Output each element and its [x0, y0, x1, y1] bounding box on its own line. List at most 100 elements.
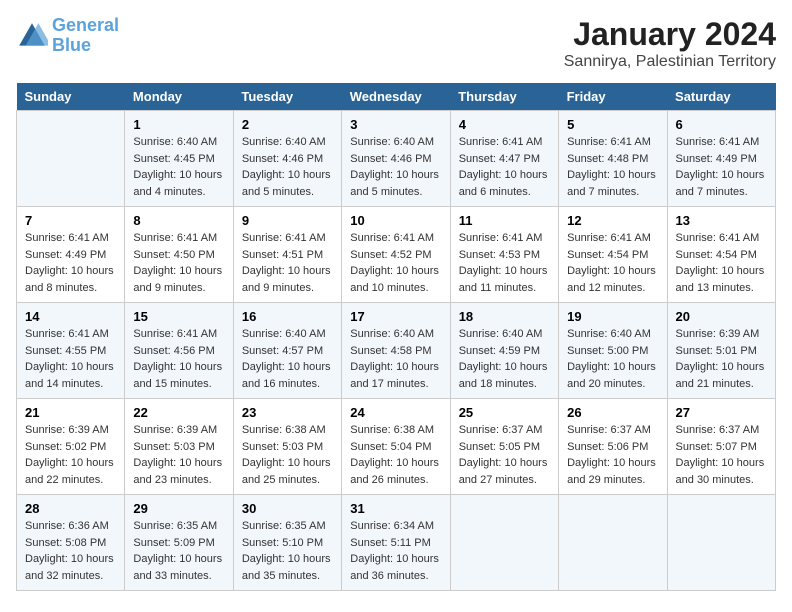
day-number: 24: [350, 405, 441, 420]
day-cell: 14 Sunrise: 6:41 AM Sunset: 4:55 PM Dayli…: [17, 303, 125, 399]
day-number: 1: [133, 117, 224, 132]
day-number: 6: [676, 117, 767, 132]
day-info: Sunrise: 6:37 AM Sunset: 5:07 PM Dayligh…: [676, 422, 767, 488]
header-thursday: Thursday: [450, 83, 558, 111]
day-number: 12: [567, 213, 658, 228]
day-cell: 9 Sunrise: 6:41 AM Sunset: 4:51 PM Daylig…: [233, 207, 341, 303]
day-cell: 7 Sunrise: 6:41 AM Sunset: 4:49 PM Daylig…: [17, 207, 125, 303]
day-cell: 19 Sunrise: 6:40 AM Sunset: 5:00 PM Dayli…: [559, 303, 667, 399]
day-info: Sunrise: 6:40 AM Sunset: 4:46 PM Dayligh…: [350, 134, 441, 200]
day-info: Sunrise: 6:40 AM Sunset: 4:59 PM Dayligh…: [459, 326, 550, 392]
day-number: 27: [676, 405, 767, 420]
calendar-subtitle: Sannirya, Palestinian Territory: [564, 53, 776, 71]
calendar-table: SundayMondayTuesdayWednesdayThursdayFrid…: [16, 83, 776, 591]
day-info: Sunrise: 6:36 AM Sunset: 5:08 PM Dayligh…: [25, 518, 116, 584]
day-cell: 3 Sunrise: 6:40 AM Sunset: 4:46 PM Daylig…: [342, 111, 450, 207]
day-cell: 28 Sunrise: 6:36 AM Sunset: 5:08 PM Dayli…: [17, 495, 125, 591]
day-number: 20: [676, 309, 767, 324]
day-info: Sunrise: 6:39 AM Sunset: 5:02 PM Dayligh…: [25, 422, 116, 488]
week-row-5: 28 Sunrise: 6:36 AM Sunset: 5:08 PM Dayli…: [17, 495, 776, 591]
day-cell: 17 Sunrise: 6:40 AM Sunset: 4:58 PM Dayli…: [342, 303, 450, 399]
day-info: Sunrise: 6:34 AM Sunset: 5:11 PM Dayligh…: [350, 518, 441, 584]
logo-general: General: [52, 15, 119, 35]
day-number: 31: [350, 501, 441, 516]
week-row-4: 21 Sunrise: 6:39 AM Sunset: 5:02 PM Dayli…: [17, 399, 776, 495]
day-number: 17: [350, 309, 441, 324]
day-cell: [450, 495, 558, 591]
day-number: 2: [242, 117, 333, 132]
day-number: 19: [567, 309, 658, 324]
day-number: 9: [242, 213, 333, 228]
day-cell: 15 Sunrise: 6:41 AM Sunset: 4:56 PM Dayli…: [125, 303, 233, 399]
day-info: Sunrise: 6:40 AM Sunset: 4:45 PM Dayligh…: [133, 134, 224, 200]
day-info: Sunrise: 6:41 AM Sunset: 4:49 PM Dayligh…: [676, 134, 767, 200]
day-number: 18: [459, 309, 550, 324]
day-info: Sunrise: 6:39 AM Sunset: 5:03 PM Dayligh…: [133, 422, 224, 488]
day-number: 11: [459, 213, 550, 228]
day-cell: 6 Sunrise: 6:41 AM Sunset: 4:49 PM Daylig…: [667, 111, 775, 207]
day-number: 25: [459, 405, 550, 420]
header-sunday: Sunday: [17, 83, 125, 111]
day-cell: 11 Sunrise: 6:41 AM Sunset: 4:53 PM Dayli…: [450, 207, 558, 303]
day-cell: 1 Sunrise: 6:40 AM Sunset: 4:45 PM Daylig…: [125, 111, 233, 207]
day-cell: 16 Sunrise: 6:40 AM Sunset: 4:57 PM Dayli…: [233, 303, 341, 399]
day-info: Sunrise: 6:41 AM Sunset: 4:55 PM Dayligh…: [25, 326, 116, 392]
logo-icon: [16, 20, 48, 52]
day-cell: 30Sunrise: 6:35 AM Sunset: 5:10 PM Dayli…: [233, 495, 341, 591]
day-cell: 13Sunrise: 6:41 AM Sunset: 4:54 PM Dayli…: [667, 207, 775, 303]
day-number: 28: [25, 501, 116, 516]
title-block: January 2024 Sannirya, Palestinian Terri…: [564, 16, 776, 71]
day-info: Sunrise: 6:35 AM Sunset: 5:09 PM Dayligh…: [133, 518, 224, 584]
day-info: Sunrise: 6:41 AM Sunset: 4:51 PM Dayligh…: [242, 230, 333, 296]
day-number: 10: [350, 213, 441, 228]
day-number: 7: [25, 213, 116, 228]
day-cell: 2 Sunrise: 6:40 AM Sunset: 4:46 PM Daylig…: [233, 111, 341, 207]
day-cell: 18 Sunrise: 6:40 AM Sunset: 4:59 PM Dayli…: [450, 303, 558, 399]
day-number: 13: [676, 213, 767, 228]
day-info: Sunrise: 6:40 AM Sunset: 4:46 PM Dayligh…: [242, 134, 333, 200]
day-info: Sunrise: 6:40 AM Sunset: 4:58 PM Dayligh…: [350, 326, 441, 392]
header-monday: Monday: [125, 83, 233, 111]
day-number: 3: [350, 117, 441, 132]
day-number: 21: [25, 405, 116, 420]
day-info: Sunrise: 6:40 AM Sunset: 5:00 PM Dayligh…: [567, 326, 658, 392]
calendar-title: January 2024: [564, 16, 776, 53]
day-number: 29: [133, 501, 224, 516]
page-header: General Blue January 2024 Sannirya, Pale…: [16, 16, 776, 71]
day-number: 15: [133, 309, 224, 324]
day-cell: [667, 495, 775, 591]
day-number: 16: [242, 309, 333, 324]
day-info: Sunrise: 6:41 AM Sunset: 4:53 PM Dayligh…: [459, 230, 550, 296]
day-cell: 23Sunrise: 6:38 AM Sunset: 5:03 PM Dayli…: [233, 399, 341, 495]
day-cell: 31 Sunrise: 6:34 AM Sunset: 5:11 PM Dayli…: [342, 495, 450, 591]
header-friday: Friday: [559, 83, 667, 111]
day-cell: 4Sunrise: 6:41 AM Sunset: 4:47 PM Daylig…: [450, 111, 558, 207]
header-saturday: Saturday: [667, 83, 775, 111]
day-info: Sunrise: 6:37 AM Sunset: 5:06 PM Dayligh…: [567, 422, 658, 488]
day-cell: 20Sunrise: 6:39 AM Sunset: 5:01 PM Dayli…: [667, 303, 775, 399]
day-cell: 22 Sunrise: 6:39 AM Sunset: 5:03 PM Dayli…: [125, 399, 233, 495]
day-cell: 29 Sunrise: 6:35 AM Sunset: 5:09 PM Dayli…: [125, 495, 233, 591]
day-info: Sunrise: 6:41 AM Sunset: 4:54 PM Dayligh…: [567, 230, 658, 296]
day-info: Sunrise: 6:41 AM Sunset: 4:56 PM Dayligh…: [133, 326, 224, 392]
week-row-2: 7 Sunrise: 6:41 AM Sunset: 4:49 PM Daylig…: [17, 207, 776, 303]
header-tuesday: Tuesday: [233, 83, 341, 111]
day-number: 22: [133, 405, 224, 420]
day-number: 26: [567, 405, 658, 420]
day-cell: 27 Sunrise: 6:37 AM Sunset: 5:07 PM Dayli…: [667, 399, 775, 495]
day-number: 14: [25, 309, 116, 324]
day-info: Sunrise: 6:41 AM Sunset: 4:50 PM Dayligh…: [133, 230, 224, 296]
day-info: Sunrise: 6:41 AM Sunset: 4:52 PM Dayligh…: [350, 230, 441, 296]
day-info: Sunrise: 6:41 AM Sunset: 4:49 PM Dayligh…: [25, 230, 116, 296]
day-cell: 25Sunrise: 6:37 AM Sunset: 5:05 PM Dayli…: [450, 399, 558, 495]
day-cell: 10 Sunrise: 6:41 AM Sunset: 4:52 PM Dayli…: [342, 207, 450, 303]
day-cell: 8 Sunrise: 6:41 AM Sunset: 4:50 PM Daylig…: [125, 207, 233, 303]
logo-text: General Blue: [52, 16, 119, 56]
day-info: Sunrise: 6:35 AM Sunset: 5:10 PM Dayligh…: [242, 518, 333, 584]
day-info: Sunrise: 6:40 AM Sunset: 4:57 PM Dayligh…: [242, 326, 333, 392]
logo: General Blue: [16, 16, 119, 56]
day-cell: 26 Sunrise: 6:37 AM Sunset: 5:06 PM Dayli…: [559, 399, 667, 495]
day-cell: 24Sunrise: 6:38 AM Sunset: 5:04 PM Dayli…: [342, 399, 450, 495]
week-row-3: 14 Sunrise: 6:41 AM Sunset: 4:55 PM Dayli…: [17, 303, 776, 399]
day-number: 8: [133, 213, 224, 228]
